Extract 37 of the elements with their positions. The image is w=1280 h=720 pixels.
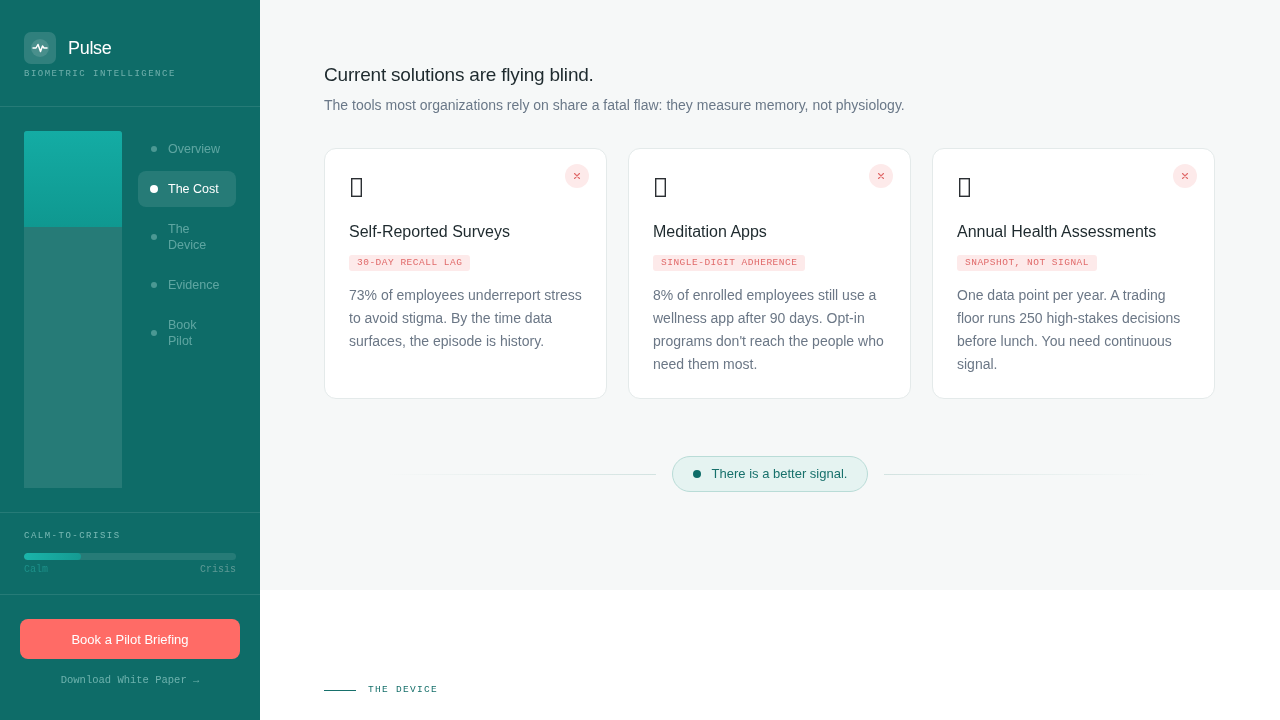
nav-item[interactable]: The Device <box>138 211 236 263</box>
empty-glyph-icon <box>655 178 666 197</box>
meter-max-label: Crisis <box>200 564 236 576</box>
limitation-tag: SNAPSHOT, NOT SIGNAL <box>957 255 1098 271</box>
cross-mark-icon <box>565 164 589 188</box>
limitation-tag: SINGLE-DIGIT ADHERENCE <box>653 255 806 271</box>
card-title: Annual Health Assessments <box>957 222 1157 242</box>
nav-item[interactable]: The Cost <box>138 171 236 207</box>
card-text: One data point per year. A trading floor runs 250 high-stakes decisions before lunch. You need continuous signal. <box>957 286 1182 374</box>
cross-mark-icon <box>869 164 893 188</box>
dot-icon <box>151 234 157 240</box>
heartbeat-icon <box>24 32 56 64</box>
section-subtitle: The tools most organizations rely on share a fatal flaw: they measure memory, not physiology. <box>324 96 905 115</box>
card-text: 73% of employees underreport stress to avoid stigma. By the time data surfaces, the episode is history. <box>349 286 583 351</box>
nav-item[interactable]: Overview <box>138 131 236 167</box>
dot-icon <box>692 470 701 478</box>
empty-glyph-icon <box>351 178 362 197</box>
section-label: THE DEVICE <box>368 684 438 696</box>
limitation-tag: 30-DAY RECALL LAG <box>349 255 471 271</box>
section-heading: Current solutions are flying blind. <box>324 63 594 87</box>
download-link[interactable]: Download White Paper → <box>60 674 200 687</box>
dot-icon <box>150 185 158 193</box>
dot-icon <box>151 146 157 152</box>
card-title: Self-Reported Surveys <box>349 222 510 242</box>
brand-name: Pulse <box>68 37 112 59</box>
cross-mark-icon <box>1173 164 1197 188</box>
dot-icon <box>151 330 157 336</box>
card-title: Meditation Apps <box>653 222 767 242</box>
meter-title: CALM-TO-CRISIS <box>24 531 121 542</box>
card-text: 8% of enrolled employees still use a wellness app after 90 days. Opt-in programs don't reach the people who need them most. <box>653 286 885 374</box>
dot-icon <box>151 282 157 288</box>
brand-tagline: BIOMETRIC INTELLIGENCE <box>24 69 176 80</box>
nav-item[interactable]: Book Pilot <box>138 307 236 359</box>
nav-item[interactable]: Evidence <box>138 267 236 303</box>
pilot-briefing-button[interactable]: Book a Pilot Briefing <box>20 619 240 659</box>
empty-glyph-icon <box>959 178 970 197</box>
callout-text: There is a better signal. <box>711 466 848 482</box>
